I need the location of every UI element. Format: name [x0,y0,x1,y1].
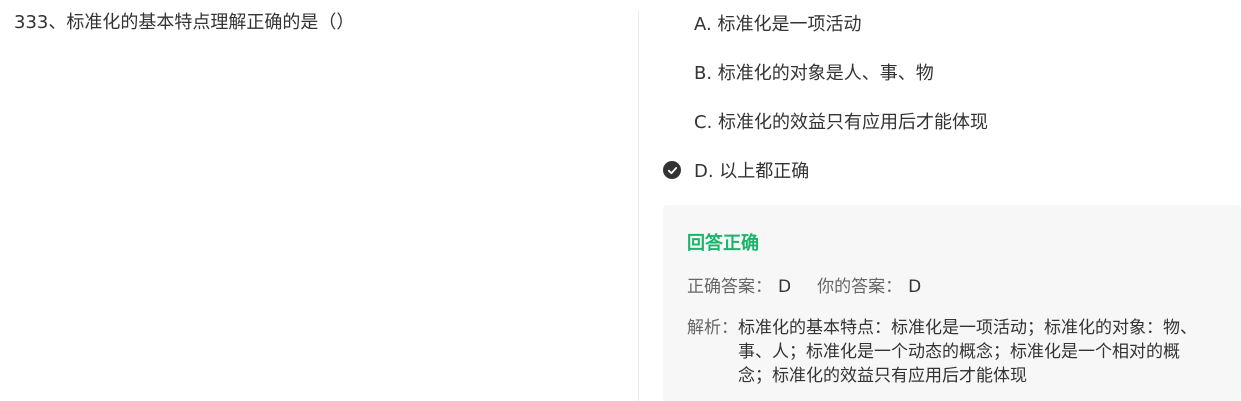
option-a-indicator [663,14,681,32]
answer-panel: 回答正确 正确答案： D 你的答案： D 解析： 标准化的基本特点：标准化是一项活动；… [663,205,1241,401]
correct-answer-label: 正确答案： [687,277,772,297]
your-answer-value: D [908,277,922,297]
option-d-label: D. 以上都正确 [694,161,810,182]
option-b[interactable]: B. 标准化的对象是人、事、物 [663,57,934,87]
option-a-label: A. 标准化是一项活动 [694,14,862,35]
correct-answer-value: D [778,277,792,297]
check-circle-icon [663,161,681,179]
analysis: 解析： 标准化的基本特点：标准化是一项活动；标准化的对象：物、事、人；标准化是一… [687,316,1207,388]
analysis-text: 标准化的基本特点：标准化是一项活动；标准化的对象：物、事、人；标准化是一个动态的… [738,318,1197,386]
result-status: 回答正确 [687,233,759,254]
option-b-label: B. 标准化的对象是人、事、物 [694,63,934,84]
option-c-indicator [663,112,681,130]
column-divider [638,10,639,401]
option-a[interactable]: A. 标准化是一项活动 [663,8,861,38]
option-c-label: C. 标准化的效益只有应用后才能体现 [694,112,989,133]
your-answer-label: 你的答案： [817,277,903,297]
option-b-indicator [663,63,681,81]
question-text: 333、标准化的基本特点理解正确的是（） [14,12,355,33]
answers-line: 正确答案： D 你的答案： D [687,272,921,297]
analysis-label: 解析： [687,318,738,338]
option-d[interactable]: D. 以上都正确 [663,155,809,185]
option-c[interactable]: C. 标准化的效益只有应用后才能体现 [663,106,988,136]
